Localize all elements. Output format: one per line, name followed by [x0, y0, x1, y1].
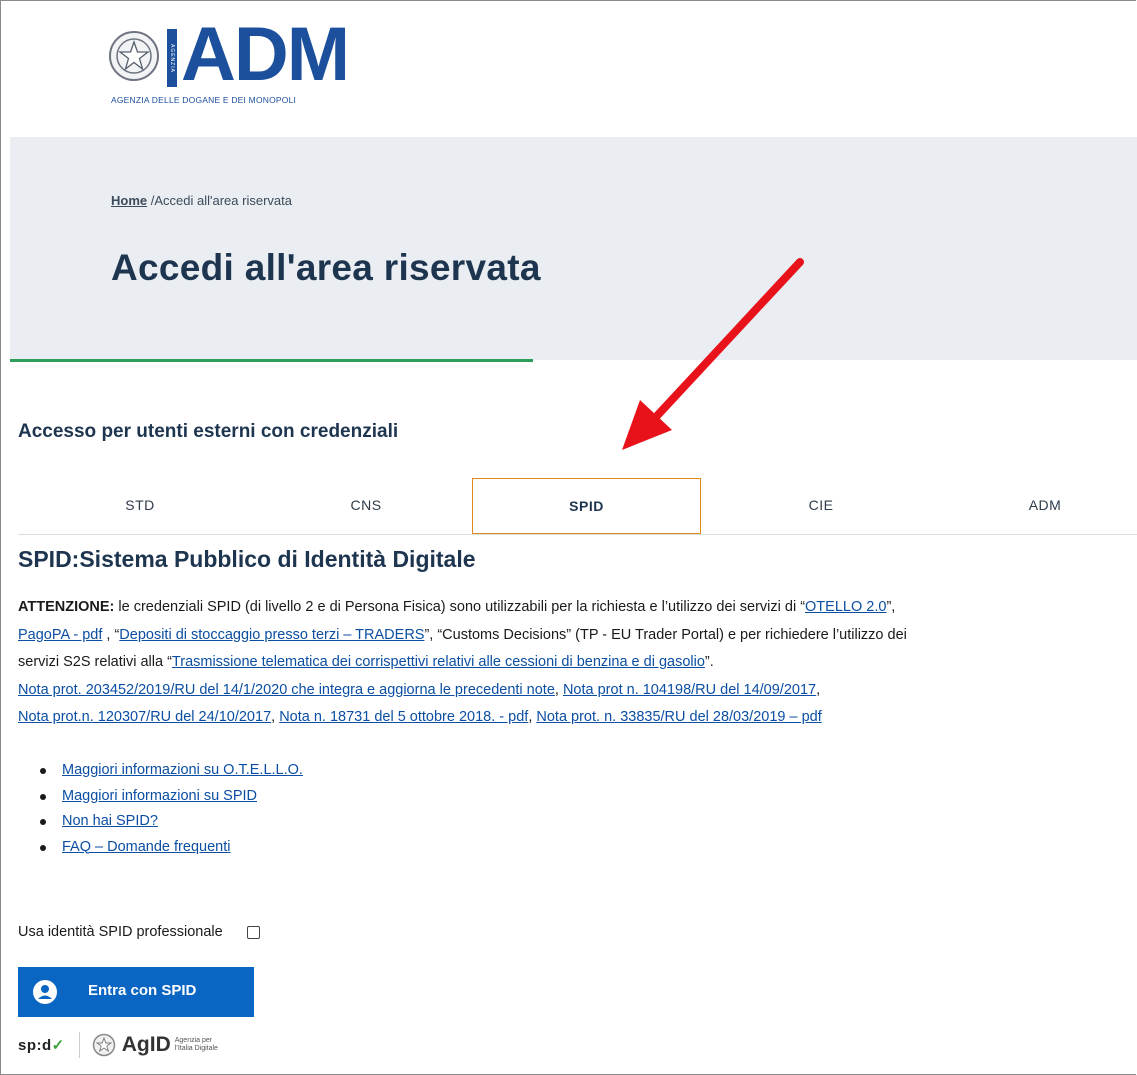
spid-info-text: ATTENZIONE: le credenziali SPID (di live…: [18, 594, 1128, 732]
info-text: ”,: [886, 599, 896, 615]
trasmissione-link[interactable]: Trasmissione telematica dei corrispettiv…: [172, 654, 705, 670]
info-text: ,: [554, 681, 563, 698]
pro-identity-row: Usa identità SPID professionale: [18, 924, 260, 940]
spid-login-button[interactable]: Entra con SPID: [18, 967, 254, 1017]
list-item: FAQ – Domande frequenti: [40, 835, 303, 861]
depositi-link[interactable]: Depositi di stoccaggio presso terzi – TR…: [119, 627, 424, 643]
info-text: ”.: [704, 654, 714, 670]
breadcrumb-current: Accedi all'area riservata: [154, 193, 292, 208]
otello-info-link[interactable]: Maggiori informazioni su O.T.E.L.L.O.: [62, 762, 303, 778]
tab-adm[interactable]: ADM: [923, 478, 1137, 532]
spid-logo-text: sp:d: [18, 1037, 52, 1054]
site-header: AGENZIA ADM AGENZIA DELLE DOGANE E DEI M…: [1, 1, 1137, 137]
agid-emblem-icon: [92, 1033, 115, 1057]
info-line-2: PagoPA - pdf , “Depositi di stoccaggio p…: [18, 622, 1128, 650]
info-text: ”, “Customs Decisions” (TP - EU Trader P…: [424, 626, 907, 643]
info-text: servizi S2S relativi alla “: [18, 654, 172, 670]
info-line-4: Nota prot. 203452/2019/RU del 14/1/2020 …: [18, 677, 1128, 705]
logo-vertical-label: AGENZIA: [167, 29, 177, 87]
faq-link[interactable]: FAQ – Domande frequenti: [62, 839, 230, 855]
nota-104198-link[interactable]: Nota prot n. 104198/RU del 14/09/2017: [563, 682, 816, 698]
list-item: Non hai SPID?: [40, 809, 303, 835]
list-item: Maggiori informazioni su SPID: [40, 784, 303, 810]
republic-emblem-icon: [109, 31, 159, 81]
footer-logos: sp:d✓ AgID Agenzia per l’Italia Digitale: [18, 1028, 218, 1062]
section-title: Accesso per utenti esterni con credenzia…: [18, 421, 399, 442]
tab-cns[interactable]: CNS: [244, 478, 488, 532]
info-text: ,: [271, 709, 280, 725]
nota-33835-link[interactable]: Nota prot. n. 33835/RU del 28/03/2019 – …: [536, 709, 821, 725]
user-icon: [33, 980, 57, 1004]
login-method-tabs: STD CNS SPID CIE ADM: [18, 478, 1137, 535]
spid-button-label: Entra con SPID: [88, 982, 197, 999]
no-spid-link[interactable]: Non hai SPID?: [62, 813, 158, 829]
info-text: ,: [816, 681, 821, 698]
logo-subtitle: AGENZIA DELLE DOGANE E DEI MONOPOLI: [111, 95, 297, 105]
list-item: Maggiori informazioni su O.T.E.L.L.O.: [40, 758, 303, 784]
pro-identity-label: Usa identità SPID professionale: [18, 924, 223, 940]
agid-subtitle: Agenzia per l’Italia Digitale: [175, 1037, 218, 1053]
info-links-list: Maggiori informazioni su O.T.E.L.L.O. Ma…: [40, 758, 303, 860]
nota-120307-link[interactable]: Nota prot.n. 120307/RU del 24/10/2017: [18, 709, 271, 725]
pro-identity-checkbox[interactable]: [246, 925, 260, 939]
tab-spid[interactable]: SPID: [472, 478, 701, 534]
tab-cie[interactable]: CIE: [699, 478, 943, 532]
pagopa-link[interactable]: PagoPA - pdf: [18, 627, 102, 643]
nota-18731-link[interactable]: Nota n. 18731 del 5 ottobre 2018. - pdf: [279, 709, 528, 725]
page-title: Accedi all'area riservata: [111, 247, 541, 288]
adm-logo[interactable]: ADM: [181, 15, 350, 95]
agid-subtitle-line: Agenzia per: [174, 1037, 213, 1044]
info-line-1: ATTENZIONE: le credenziali SPID (di live…: [18, 594, 1128, 622]
info-text: le credenziali SPID (di livello 2 e di P…: [114, 599, 806, 615]
breadcrumb-home-link[interactable]: Home: [111, 193, 147, 208]
check-icon: ✓: [51, 1037, 65, 1054]
nota-2020-link[interactable]: Nota prot. 203452/2019/RU del 14/1/2020 …: [18, 682, 555, 698]
attention-label: ATTENZIONE:: [18, 599, 115, 615]
accent-divider: [10, 359, 533, 362]
tab-std[interactable]: STD: [18, 478, 262, 532]
logo-divider: [78, 1032, 80, 1058]
info-text: , “: [102, 626, 120, 643]
info-line-3: servizi S2S relativi alla “Trasmissione …: [18, 649, 1128, 677]
breadcrumb: Home /Accedi all'area riservata: [111, 193, 292, 208]
agid-logo: AgID: [121, 1033, 171, 1056]
spid-info-link[interactable]: Maggiori informazioni su SPID: [62, 788, 257, 804]
otello-link[interactable]: OTELLO 2.0: [805, 599, 886, 615]
spid-logo: sp:d✓: [18, 1036, 65, 1054]
agid-subtitle-line: l’Italia Digitale: [174, 1045, 218, 1052]
spid-section-title: SPID:Sistema Pubblico di Identità Digita…: [18, 546, 476, 572]
info-line-5: Nota prot.n. 120307/RU del 24/10/2017, N…: [18, 704, 1128, 732]
